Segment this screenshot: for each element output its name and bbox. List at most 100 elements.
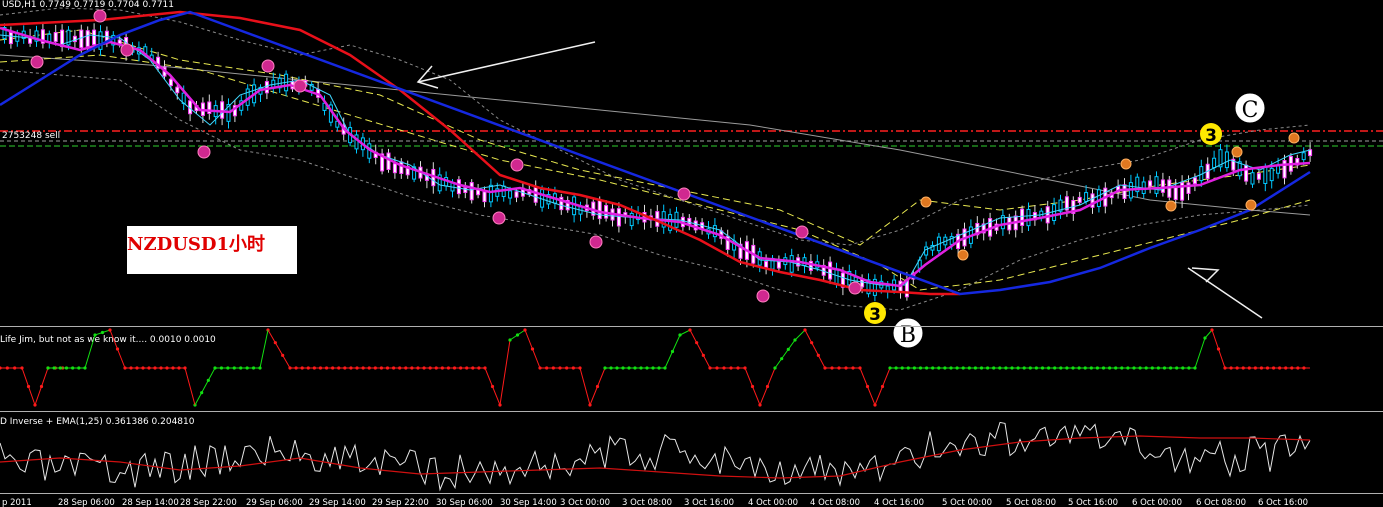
jim-dot [318, 366, 323, 370]
candle-body [386, 152, 391, 171]
candle-body [1250, 172, 1255, 185]
candle-body [508, 190, 513, 199]
jim-dot [715, 366, 719, 370]
sell-signal-marker[interactable] [492, 211, 506, 225]
jim-dot [830, 366, 834, 370]
jim-dot [1259, 366, 1264, 370]
jim-dot [1071, 366, 1075, 370]
candle-body [53, 32, 58, 42]
gray-long-ma [0, 54, 1311, 216]
jim-dot [39, 384, 44, 389]
jim-dot [440, 366, 444, 370]
jim-dot [477, 366, 481, 370]
candle-body [764, 260, 769, 268]
sell-signal-marker[interactable] [510, 158, 524, 172]
jim-dot [538, 366, 542, 370]
jim-dot [571, 366, 575, 370]
time-axis-label: 3 Oct 08:00 [622, 498, 672, 507]
candle-body [168, 78, 173, 87]
sell-signal-marker[interactable] [293, 79, 307, 93]
jim-dot [1235, 366, 1239, 370]
jim-dot [1150, 366, 1154, 370]
arrow-lower-right-icon [1187, 267, 1263, 319]
candle-body [47, 33, 52, 43]
candle-body [482, 191, 487, 203]
time-axis-label: 3 Oct 00:00 [560, 498, 610, 507]
jim-dot [300, 366, 304, 370]
jim-dot [1132, 366, 1136, 370]
jim-dot [379, 366, 384, 370]
jim-dot [416, 366, 420, 370]
buy-signal-marker[interactable] [920, 196, 932, 208]
jim-dot [434, 366, 438, 370]
candle-body [1256, 173, 1261, 180]
buy-signal-marker[interactable] [1165, 200, 1177, 212]
jim-dot [1193, 366, 1197, 370]
jim-dot [633, 366, 637, 370]
jim-dot [888, 366, 892, 370]
candle-body [1052, 204, 1057, 222]
sell-signal-marker[interactable] [795, 225, 809, 239]
jim-segment [524, 329, 606, 407]
inverse-indicator-panel[interactable]: D Inverse + EMA(1,25) 0.361386 0.204810 [0, 417, 1311, 492]
jim-dot [331, 366, 335, 370]
jim-dot [545, 366, 549, 370]
sell-signal-marker[interactable] [93, 9, 107, 23]
annotation-three-high: 3 [1200, 123, 1222, 146]
jim-dot [343, 366, 347, 370]
sell-signal-marker[interactable] [677, 187, 691, 201]
jim-dot [446, 366, 451, 370]
jim-dot [1181, 366, 1185, 370]
sell-signal-marker[interactable] [30, 55, 44, 69]
jim-dot [621, 366, 625, 370]
jim-dot [1265, 366, 1270, 370]
sell-signal-marker[interactable] [848, 281, 862, 295]
jim-dot [1144, 366, 1148, 370]
candle-body [1276, 165, 1281, 174]
sell-signal-marker[interactable] [756, 289, 770, 303]
candle-body [1077, 196, 1082, 203]
jim-dot [722, 366, 726, 370]
candle-body [264, 81, 269, 94]
jim-dot [1203, 336, 1207, 340]
jim-dot [595, 384, 600, 389]
buy-signal-marker[interactable] [1288, 132, 1300, 144]
jim-dot [750, 384, 755, 389]
jim-dot [588, 403, 592, 407]
jim-dot [183, 366, 187, 370]
jim-dot [108, 328, 112, 332]
jim-dot [955, 366, 959, 370]
jim-dot [20, 366, 24, 370]
buy-signal-marker[interactable] [1120, 158, 1132, 170]
jim-dot [93, 333, 97, 337]
candle-body [92, 29, 97, 46]
jim-dot [1040, 366, 1045, 370]
main-price-panel[interactable]: B C 3 3 USD,H1 0.7749 0.7719 0.7704 0.77… [0, 0, 1383, 349]
buy-signal-marker[interactable] [1231, 146, 1243, 158]
jim-dot [1095, 366, 1099, 370]
sell-signal-marker[interactable] [589, 235, 603, 249]
jim-dot [670, 349, 675, 354]
jim-dot [578, 366, 582, 370]
time-axis-label: 28 Sep 06:00 [58, 498, 115, 507]
candle-body [399, 161, 404, 174]
jim-indicator-panel[interactable]: Life Jim, but not as we know it.... 0.00… [0, 328, 1310, 407]
sell-signal-marker[interactable] [120, 43, 134, 57]
buy-signal-marker[interactable] [957, 249, 969, 261]
buy-signal-marker[interactable] [1245, 199, 1257, 211]
jim-dot [736, 366, 740, 370]
jim-dot [858, 366, 862, 370]
svg-text:3: 3 [869, 305, 881, 325]
jim-dot [58, 366, 62, 370]
inverse-line [0, 421, 1311, 492]
annotation-c: C [1234, 92, 1266, 124]
jim-segment [605, 329, 691, 369]
candle-body [85, 30, 90, 47]
jim-dot [961, 366, 965, 370]
jim-dot [46, 366, 50, 370]
jim-dot [77, 366, 81, 370]
sell-signal-marker[interactable] [261, 59, 275, 73]
jim-dot [803, 328, 807, 332]
jim-dot [865, 384, 870, 389]
sell-signal-marker[interactable] [197, 145, 211, 159]
